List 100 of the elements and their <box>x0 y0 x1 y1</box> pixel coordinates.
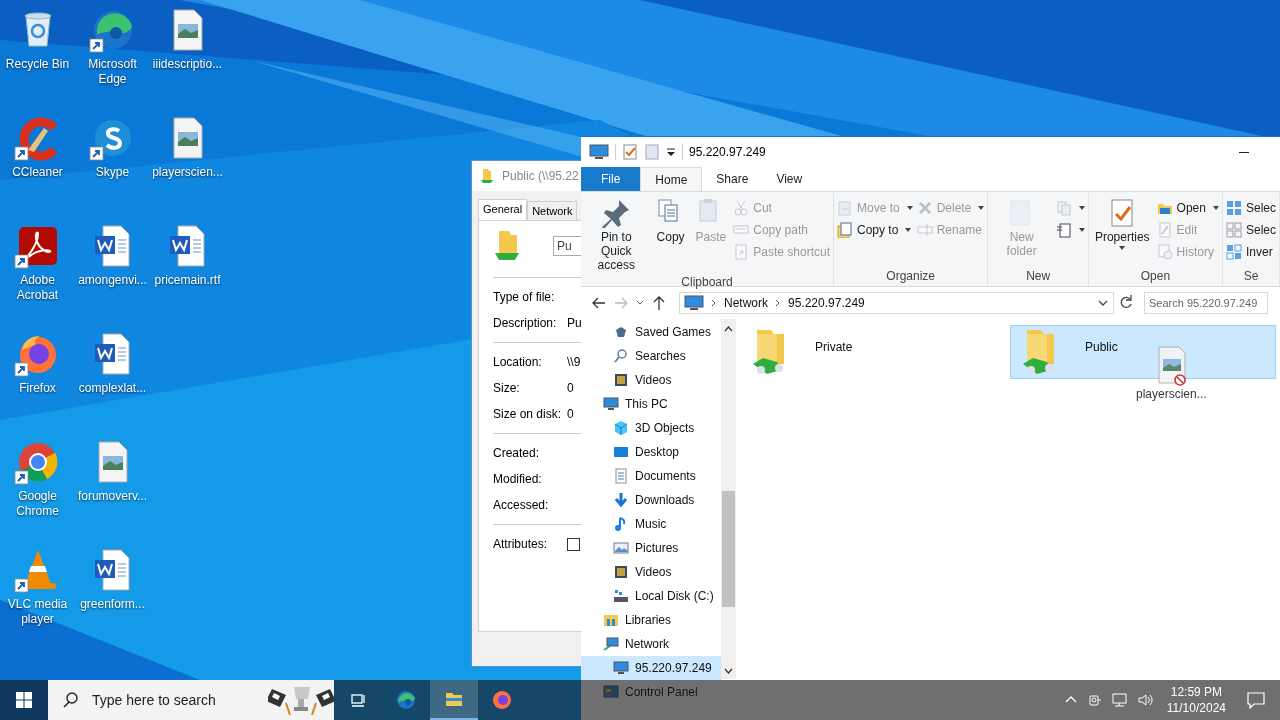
chevron-right-icon <box>774 298 782 308</box>
webcam-icon[interactable] <box>1086 692 1103 708</box>
copy-icon <box>837 222 853 238</box>
desktop-icon-label[interactable]: playerscien... <box>150 165 225 180</box>
cube-icon <box>613 420 629 436</box>
taskbar-button[interactable] <box>430 680 478 720</box>
property-label: Description: <box>493 316 558 330</box>
chevron-right-icon <box>710 298 718 308</box>
clock-date[interactable]: 11/10/2024 <box>1166 700 1226 716</box>
desktop-icon-label[interactable]: Microsoft Edge <box>75 57 150 87</box>
drag-label: playerscien... <box>1136 387 1207 401</box>
tree-item[interactable]: Local Disk (C:) <box>581 584 721 608</box>
folder-item[interactable]: Public <box>1010 325 1276 379</box>
rename-icon <box>916 222 933 238</box>
tree-item[interactable]: Searches <box>581 344 721 368</box>
chevron-up-icon[interactable] <box>724 325 733 333</box>
ribbon-button[interactable]: Copy <box>652 196 689 274</box>
group-label: New <box>1025 268 1052 285</box>
desktop-icon-label[interactable]: Adobe Acrobat <box>0 273 75 303</box>
shortcut-icon <box>733 244 750 260</box>
property-label: Size: <box>493 381 521 395</box>
tree-item[interactable]: Videos <box>581 368 721 392</box>
down-arrow-icon <box>613 492 629 508</box>
desktop-icon-label[interactable]: Recycle Bin <box>0 57 75 72</box>
group-label: Se <box>1242 268 1260 285</box>
tree-item[interactable]: Pictures <box>581 536 721 560</box>
tab[interactable]: Network <box>527 201 578 220</box>
network-icon[interactable] <box>1110 692 1129 708</box>
breadcrumb[interactable]: Network <box>724 296 768 310</box>
ribbon-button[interactable] <box>1055 222 1085 238</box>
library-icon <box>603 612 619 628</box>
desktop-icon <box>613 444 629 460</box>
shared-folder-icon <box>480 168 494 184</box>
magnifier-icon <box>613 348 629 364</box>
picture-icon <box>613 540 629 556</box>
ribbon-tab[interactable]: View <box>762 167 817 191</box>
desktop-icon-label[interactable]: complexlat... <box>75 381 150 396</box>
ribbon-button[interactable]: Selec <box>1225 200 1276 216</box>
scroll-thumb[interactable] <box>722 491 735 607</box>
pin-icon <box>601 198 632 228</box>
property-label: Created: <box>493 446 541 460</box>
tree-item[interactable]: Network <box>581 632 721 656</box>
property-value: 0 <box>567 407 574 421</box>
tree-item[interactable]: 95.220.97.249 <box>581 656 721 680</box>
speaker-icon[interactable] <box>1136 692 1155 708</box>
ribbon-button[interactable]: Open <box>1156 200 1219 216</box>
property-value: Pu <box>567 316 581 330</box>
ribbon-tab[interactable]: Share <box>702 167 763 191</box>
scissors-icon <box>733 200 750 216</box>
breadcrumb[interactable]: 95.220.97.249 <box>788 296 865 310</box>
desktop-icon-label[interactable]: Skype <box>75 165 150 180</box>
control-panel-icon <box>603 684 619 700</box>
property-label: Attributes: <box>493 537 549 551</box>
group-label: Open <box>1139 268 1172 285</box>
scrollbar[interactable] <box>721 319 736 679</box>
ribbon-tab[interactable]: Home <box>640 167 703 191</box>
computer-icon <box>589 144 609 160</box>
chevron-down-icon[interactable] <box>724 667 733 675</box>
search-field[interactable]: Type here to search <box>48 680 334 720</box>
checkbox[interactable] <box>567 537 580 551</box>
address-bar[interactable]: Network 95.220.97.249 <box>679 292 1114 314</box>
property-label: Size on disk: <box>493 407 563 421</box>
ribbon-button[interactable]: Copy to <box>837 222 913 238</box>
browser-icon <box>396 690 416 710</box>
grid-icon <box>1225 200 1242 216</box>
move-icon <box>837 200 853 216</box>
tree-item[interactable]: 3D Objects <box>581 416 721 440</box>
properties-icon[interactable] <box>622 144 638 160</box>
folder-item[interactable]: Private <box>740 325 1006 379</box>
search-field[interactable]: Search 95.220.97.249 <box>1144 292 1268 314</box>
desktop-icon-label[interactable]: iiidescriptio... <box>150 57 225 72</box>
ribbon-tab[interactable]: File <box>581 167 641 191</box>
property-label: Accessed: <box>493 498 550 512</box>
ribbon-button[interactable]: Properties <box>1091 196 1153 268</box>
desktop-icon-label[interactable]: VLC media player <box>0 597 75 627</box>
drive-icon <box>613 588 629 604</box>
back-arrow-icon[interactable] <box>591 295 607 311</box>
tree-item[interactable]: Music <box>581 512 721 536</box>
ribbon-button[interactable]: Pin to Quick access <box>584 196 649 274</box>
ribbon-button[interactable]: Inver <box>1225 244 1276 260</box>
tree-item[interactable]: Documents <box>581 464 721 488</box>
tree-item[interactable]: Saved Games <box>581 320 721 344</box>
property-label: Modified: <box>493 472 543 486</box>
up-arrow-icon[interactable] <box>651 295 667 311</box>
tree-item[interactable]: Control Panel <box>581 680 721 704</box>
notification-icon[interactable] <box>1246 690 1266 710</box>
clock-time[interactable]: 12:59 PM <box>1170 684 1223 700</box>
desktop-icon-label[interactable]: Firefox <box>0 381 75 396</box>
group-label: Clipboard <box>680 274 734 290</box>
desktop-icon-label[interactable]: pricemain.rtf <box>150 273 225 288</box>
ribbon-button[interactable]: Selec <box>1225 222 1276 238</box>
desktop-icon-label[interactable]: amongenvi... <box>75 273 150 288</box>
tree-item[interactable]: Desktop <box>581 440 721 464</box>
tree-item[interactable]: Downloads <box>581 488 721 512</box>
desktop-icon-label[interactable]: CCleaner <box>0 165 75 180</box>
tab[interactable]: General <box>478 199 528 220</box>
tree-item[interactable]: Libraries <box>581 608 721 632</box>
tree-item[interactable]: Videos <box>581 560 721 584</box>
property-label: Location: <box>493 355 543 369</box>
tree-item[interactable]: This PC <box>581 392 721 416</box>
